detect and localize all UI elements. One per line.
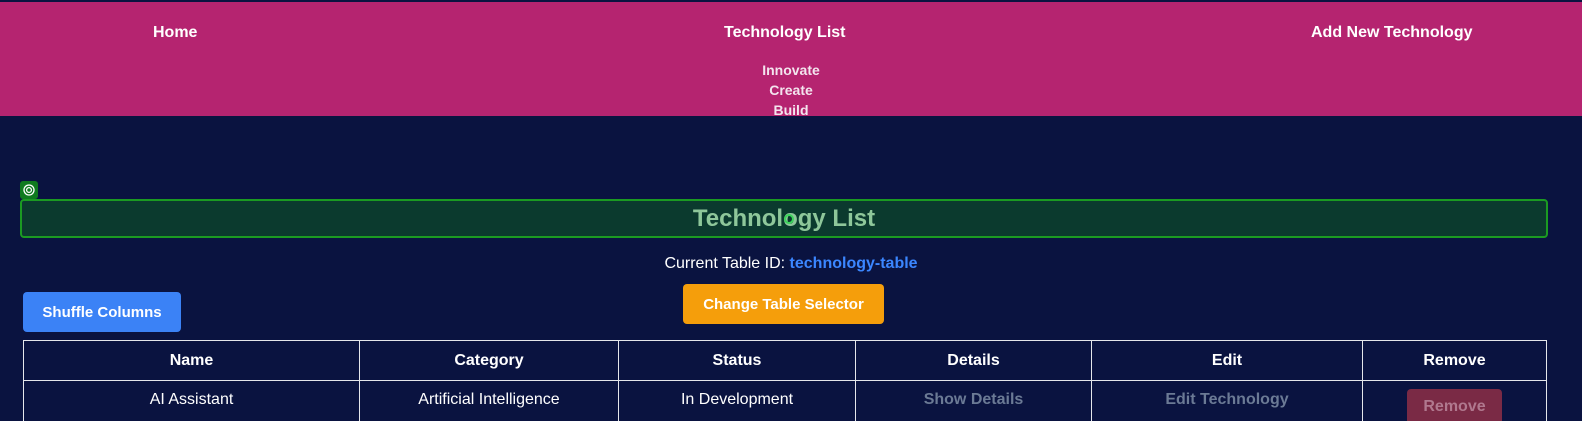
table-id-line: Current Table ID: technology-table bbox=[0, 255, 1582, 273]
nav-add-technology-link[interactable]: Add New Technology bbox=[1311, 24, 1472, 42]
technology-table: Name Category Status Details Edit Remove… bbox=[23, 340, 1547, 421]
cell-name: AI Assistant bbox=[23, 380, 360, 421]
target-icon bbox=[20, 181, 38, 199]
remove-button[interactable]: Remove bbox=[1407, 389, 1502, 421]
edit-technology-link[interactable]: Edit Technology bbox=[1165, 391, 1288, 408]
page: Home Technology List Add New Technology … bbox=[0, 0, 1582, 421]
column-header: Edit bbox=[1091, 340, 1363, 381]
tagline: Innovate Create Build bbox=[0, 60, 1582, 120]
table-id-value: technology-table bbox=[789, 255, 918, 272]
cell-edit: Edit Technology bbox=[1091, 380, 1363, 421]
table-header-row: Name Category Status Details Edit Remove bbox=[23, 340, 1547, 381]
cell-details: Show Details bbox=[855, 380, 1092, 421]
nav-home-link[interactable]: Home bbox=[153, 24, 197, 42]
nav-technology-list-link[interactable]: Technology List bbox=[724, 24, 845, 42]
column-header: Remove bbox=[1362, 340, 1547, 381]
column-header: Details bbox=[855, 340, 1092, 381]
column-header: Status bbox=[618, 340, 856, 381]
tagline-line: Build bbox=[773, 102, 809, 118]
show-details-link[interactable]: Show Details bbox=[924, 391, 1024, 408]
column-header: Category bbox=[359, 340, 619, 381]
tagline-line: Create bbox=[769, 82, 813, 98]
table-row: AI Assistant Artificial Intelligence In … bbox=[23, 380, 1547, 421]
cell-remove: Remove bbox=[1362, 380, 1547, 421]
cursor-marker-icon bbox=[784, 214, 794, 224]
cell-status: In Development bbox=[618, 380, 856, 421]
tagline-line: Innovate bbox=[762, 62, 820, 78]
column-header: Name bbox=[23, 340, 360, 381]
cell-category: Artificial Intelligence bbox=[359, 380, 619, 421]
change-table-selector-button[interactable]: Change Table Selector bbox=[683, 284, 884, 324]
top-nav-bar: Home Technology List Add New Technology … bbox=[0, 2, 1582, 118]
shuffle-columns-button[interactable]: Shuffle Columns bbox=[23, 292, 181, 332]
table-id-label: Current Table ID: bbox=[664, 255, 786, 272]
